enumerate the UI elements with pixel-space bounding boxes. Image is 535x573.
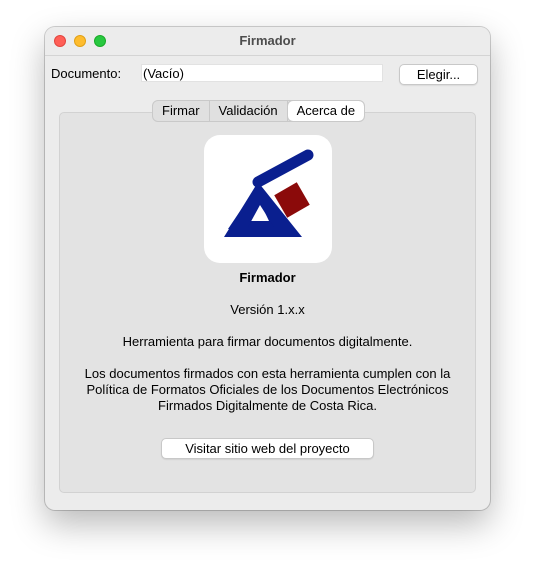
app-name-heading: Firmador [239,270,296,285]
version-text: Versión 1.x.x [230,302,305,317]
window-title: Firmador [239,33,296,48]
firmador-logo-icon [204,135,332,263]
tab-acerca-de[interactable]: Acerca de [287,101,365,121]
compliance-line: Los documentos firmados con esta herrami… [84,366,451,381]
compliance-line: Firmados Digitalmente de Costa Rica. [158,398,377,413]
compliance-text: Los documentos firmados con esta herrami… [55,366,480,414]
title-bar: Firmador [45,27,490,56]
tab-firmar[interactable]: Firmar [153,101,210,121]
visit-website-button[interactable]: Visitar sitio web del proyecto [161,438,374,459]
choose-document-button[interactable]: Elegir... [399,64,478,85]
description-text: Herramienta para firmar documentos digit… [122,334,413,349]
document-path-field[interactable]: (Vacío) [141,64,383,82]
app-window: Firmador Documento: (Vacío) Elegir... Fi… [45,27,490,510]
tab-validacion[interactable]: Validación [210,101,288,121]
compliance-line: Política de Formatos Oficiales de los Do… [86,382,449,397]
document-label: Documento: [51,66,122,81]
tab-bar: Firmar Validación Acerca de [152,100,366,122]
